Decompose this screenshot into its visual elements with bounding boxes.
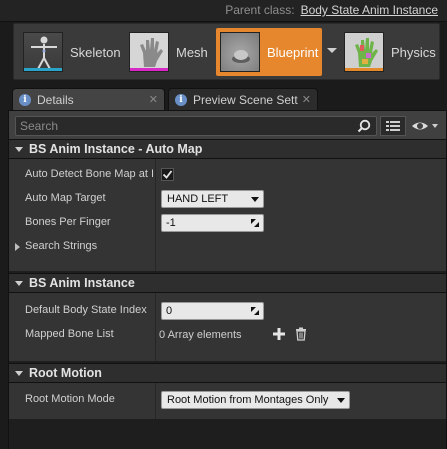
details-content: BS Anim Instance - Auto Map Auto Detect … bbox=[9, 139, 446, 449]
visibility-eye-icon[interactable] bbox=[409, 118, 441, 134]
details-panel: BS Anim Instance - Auto Map Auto Detect … bbox=[8, 110, 447, 449]
checkmark-icon bbox=[162, 170, 173, 179]
panel-tabs: i Details ✕ i Preview Scene Sett ✕ bbox=[8, 88, 447, 110]
mode-blueprint-button[interactable]: Blueprint bbox=[216, 28, 322, 76]
number-value: -1 bbox=[166, 217, 176, 229]
trash-icon[interactable] bbox=[295, 327, 307, 341]
mode-physics-button[interactable]: Physics bbox=[344, 28, 439, 76]
hand-mesh-icon bbox=[129, 32, 169, 72]
property-label: Auto Detect Bone Map at I bbox=[25, 168, 153, 180]
bones-per-finger-input[interactable]: -1 bbox=[161, 214, 264, 232]
mode-skeleton-label: Skeleton bbox=[70, 44, 121, 60]
parent-class-info: Parent class: Body State Anim Instance bbox=[225, 3, 438, 17]
category-body-auto-map: Auto Detect Bone Map at I Auto Map Targe… bbox=[9, 159, 446, 271]
collapse-arrow-icon bbox=[15, 370, 23, 376]
search-box[interactable] bbox=[15, 116, 377, 136]
chevron-down-icon bbox=[251, 197, 259, 202]
array-count: 0 Array elements bbox=[159, 329, 242, 341]
category-title: BS Anim Instance - Auto Map bbox=[29, 142, 203, 156]
property-row-root-motion-mode: Root Motion Mode Root Motion from Montag… bbox=[9, 388, 446, 412]
add-element-icon[interactable] bbox=[272, 327, 286, 341]
property-label: Auto Map Target bbox=[25, 192, 106, 204]
blueprint-icon bbox=[220, 32, 260, 72]
category-header-root-motion[interactable]: Root Motion bbox=[9, 363, 446, 383]
collapse-arrow-icon bbox=[15, 280, 23, 286]
search-input[interactable] bbox=[16, 117, 356, 135]
mode-blueprint-label: Blueprint bbox=[267, 44, 319, 60]
tab-preview-scene-settings[interactable]: i Preview Scene Sett ✕ bbox=[168, 88, 318, 110]
number-value: 0 bbox=[166, 305, 173, 317]
dropdown-value: Root Motion from Montages Only bbox=[167, 394, 329, 406]
property-label: Root Motion Mode bbox=[25, 393, 115, 405]
skeleton-icon bbox=[23, 32, 63, 72]
category-title: BS Anim Instance bbox=[29, 276, 135, 290]
mode-mesh-label: Mesh bbox=[176, 44, 208, 60]
parent-class-label: Parent class: bbox=[225, 3, 295, 17]
property-row-search-strings[interactable]: Search Strings bbox=[9, 235, 446, 259]
property-row-auto-map-target: Auto Map Target HAND LEFT bbox=[9, 187, 446, 211]
chevron-down-icon bbox=[337, 398, 345, 403]
mode-physics-label: Physics bbox=[391, 44, 436, 60]
top-bar: Parent class: Body State Anim Instance bbox=[0, 0, 447, 22]
default-body-state-index-input[interactable]: 0 bbox=[161, 302, 264, 320]
property-row-mapped-bone-list: Mapped Bone List 0 Array elements bbox=[9, 323, 446, 347]
blueprint-dropdown-icon[interactable] bbox=[327, 48, 337, 53]
property-label: Search Strings bbox=[25, 240, 98, 252]
property-row-auto-detect: Auto Detect Bone Map at I bbox=[9, 163, 446, 187]
list-view-icon bbox=[386, 121, 400, 131]
expand-arrow-icon[interactable] bbox=[15, 243, 20, 251]
category-header-auto-map[interactable]: BS Anim Instance - Auto Map bbox=[9, 139, 446, 159]
tab-details-label: Details bbox=[37, 92, 74, 107]
property-label: Mapped Bone List bbox=[25, 328, 114, 340]
property-label: Bones Per Finger bbox=[25, 216, 111, 228]
auto-map-target-dropdown[interactable]: HAND LEFT bbox=[161, 190, 264, 208]
category-body-root-motion: Root Motion Mode Root Motion from Montag… bbox=[9, 383, 446, 419]
category-header-bs-anim-instance[interactable]: BS Anim Instance bbox=[9, 273, 446, 293]
info-icon: i bbox=[19, 93, 31, 106]
view-options-button[interactable] bbox=[380, 116, 406, 136]
property-label: Default Body State Index bbox=[25, 304, 147, 316]
dropdown-value: HAND LEFT bbox=[167, 193, 229, 205]
mode-toolbar: Skeleton Mesh Blueprint Physics bbox=[13, 23, 440, 80]
mode-mesh-button[interactable]: Mesh bbox=[129, 28, 215, 76]
search-icon[interactable] bbox=[357, 119, 371, 133]
physics-hand-icon bbox=[344, 32, 384, 72]
info-icon: i bbox=[175, 93, 187, 106]
mode-skeleton-button[interactable]: Skeleton bbox=[23, 28, 123, 76]
drag-grip-icon bbox=[251, 307, 259, 315]
root-motion-mode-dropdown[interactable]: Root Motion from Montages Only bbox=[161, 391, 350, 409]
property-row-bones-per-finger: Bones Per Finger -1 bbox=[9, 211, 446, 235]
collapse-arrow-icon bbox=[15, 146, 23, 152]
drag-grip-icon bbox=[251, 219, 259, 227]
parent-class-link[interactable]: Body State Anim Instance bbox=[301, 3, 438, 17]
tab-details[interactable]: i Details ✕ bbox=[12, 88, 165, 110]
property-row-default-body-state-index: Default Body State Index 0 bbox=[9, 299, 446, 323]
category-body-bs-anim-instance: Default Body State Index 0 Mapped Bone L… bbox=[9, 293, 446, 361]
auto-detect-checkbox[interactable] bbox=[161, 168, 174, 181]
tab-preview-label: Preview Scene Sett bbox=[193, 92, 298, 107]
close-icon[interactable]: ✕ bbox=[302, 93, 311, 106]
category-title: Root Motion bbox=[29, 366, 102, 380]
close-icon[interactable]: ✕ bbox=[149, 93, 158, 106]
